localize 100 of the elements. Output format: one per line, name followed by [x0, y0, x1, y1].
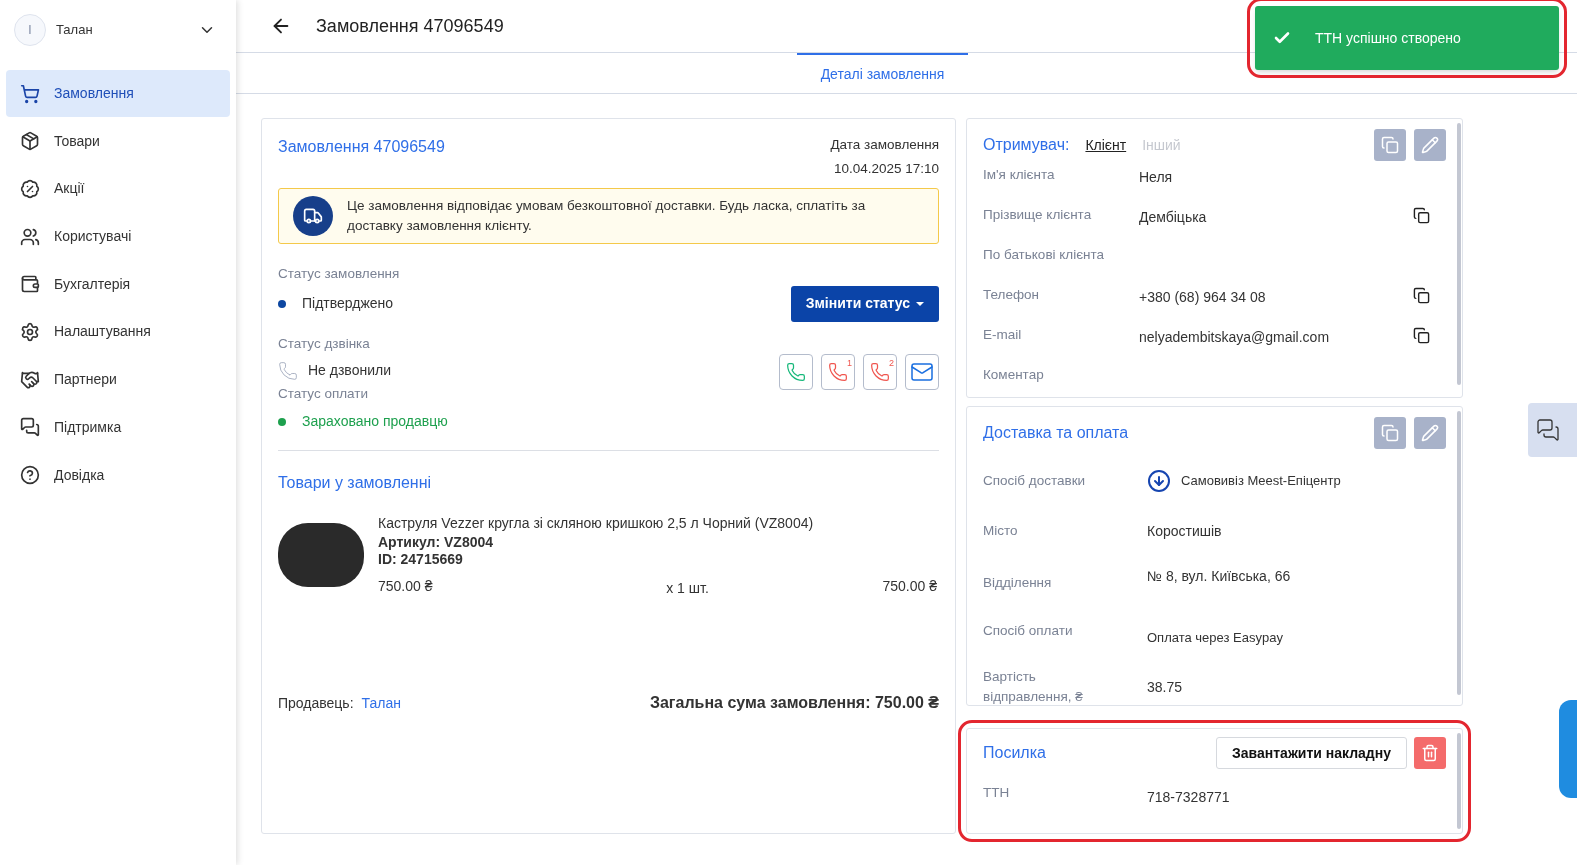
field-value: 718-7328771	[1147, 788, 1230, 807]
attempt-number: 1	[847, 357, 852, 370]
side-tab[interactable]	[1559, 700, 1577, 798]
product-name: Каструля Vezzer кругла зі скляною кришкою 2,5 л Чорний (VZ8004)	[378, 514, 815, 534]
scrollbar[interactable]	[1457, 411, 1461, 695]
toast-message: ТТН успішно створено	[1315, 28, 1461, 48]
email-button[interactable]	[905, 354, 939, 390]
copy-button[interactable]	[1374, 129, 1406, 161]
attempt-number: 2	[889, 357, 894, 370]
field-value: +380 (68) 964 34 08	[1139, 288, 1266, 307]
recipient-option[interactable]: Клієнт	[1085, 134, 1127, 156]
sidebar-item[interactable]: Акції	[6, 165, 230, 213]
page-title: Замовлення 47096549	[316, 14, 504, 38]
box-icon	[20, 131, 40, 152]
copy-icon	[1381, 136, 1399, 154]
trash-icon	[1421, 744, 1439, 762]
copy-icon	[1381, 424, 1399, 442]
field-value: Неля	[1139, 168, 1173, 187]
field-value: Дембіцька	[1139, 208, 1207, 227]
product-quantity: x 1 шт.	[666, 579, 709, 599]
sidebar-item[interactable]: Замовлення	[6, 70, 230, 117]
copy-icon[interactable]	[1413, 207, 1430, 224]
product-sku: Артикул: VZ8004	[378, 534, 495, 552]
field-value: nelyadembitskaya@gmail.com	[1139, 328, 1330, 347]
field-label: E-mail	[983, 326, 1023, 344]
field-label: Відділення	[983, 574, 1053, 592]
carrier-logo-icon	[1147, 469, 1171, 493]
chat-button[interactable]	[1528, 403, 1577, 457]
settings-icon	[20, 321, 40, 342]
field-label: Статус дзвінка	[278, 334, 371, 353]
field-value: Коростишів	[1147, 521, 1222, 541]
avatar: I	[14, 14, 46, 46]
field-label: Телефон	[983, 286, 1040, 304]
field-label: Місто	[983, 522, 1019, 540]
chat-icon	[20, 417, 40, 438]
scrollbar[interactable]	[1457, 733, 1461, 829]
cart-icon	[20, 83, 40, 104]
phone-icon	[870, 362, 890, 382]
notice-text: Це замовлення відповідає умовам безкоштовної доставки. Будь ласка, сплатіть за доставку замовлення клієнту.	[347, 196, 867, 235]
sidebar-item[interactable]: Довідка	[6, 451, 230, 499]
change-status-button[interactable]: Змінити статус	[790, 285, 939, 322]
users-icon	[20, 226, 40, 247]
call-button[interactable]: 1	[821, 354, 855, 390]
phone-icon	[278, 360, 298, 381]
sidebar-item[interactable]: Бухгалтерія	[6, 260, 230, 308]
copy-icon[interactable]	[1413, 287, 1430, 304]
handshake-icon	[20, 369, 40, 390]
seller-label: Продавець:	[278, 693, 354, 713]
sidebar-item[interactable]: Товари	[6, 117, 230, 165]
parcel-title: Посилка	[983, 743, 1046, 763]
field-label: Спосіб доставки	[983, 471, 1087, 490]
field-label: Коментар	[983, 366, 1045, 384]
call-button[interactable]	[779, 354, 813, 390]
download-invoice-button[interactable]: Завантажити накладну	[1216, 737, 1407, 769]
sidebar-item[interactable]: Користувачі	[6, 213, 230, 261]
copy-button[interactable]	[1374, 417, 1406, 449]
sidebar-item[interactable]: Налаштування	[6, 308, 230, 356]
wallet-icon	[20, 274, 40, 295]
edit-button[interactable]	[1414, 129, 1446, 161]
phone-icon	[786, 362, 806, 382]
field-value: 38.75	[1147, 677, 1183, 697]
phone-icon	[828, 362, 848, 382]
field-label: Спосіб оплати	[983, 621, 1074, 640]
products-title: Товари у замовленні	[278, 473, 433, 494]
field-label: Ім'я клієнта	[983, 166, 1056, 184]
call-button[interactable]: 2	[863, 354, 897, 390]
scrollbar[interactable]	[1457, 123, 1461, 385]
order-title: Замовлення 47096549	[278, 137, 445, 157]
field-value: Оплата через Easypay	[1147, 629, 1283, 648]
edit-button[interactable]	[1414, 417, 1446, 449]
account-name: Талан	[56, 21, 94, 40]
sidebar-item[interactable]: Підтримка	[6, 403, 230, 451]
edit-icon	[1421, 424, 1439, 442]
order-status: Підтверджено	[302, 294, 394, 314]
field-label: Прізвище клієнта	[983, 206, 1093, 224]
tab[interactable]: Деталі замовлення	[796, 53, 969, 93]
field-label: ТТН	[983, 784, 1011, 802]
edit-icon	[1421, 136, 1439, 154]
mail-icon	[910, 360, 934, 384]
chat-icon	[1536, 418, 1560, 442]
payment-status: Зараховано продавцю	[302, 412, 448, 432]
trash-button[interactable]	[1414, 737, 1446, 769]
field-value: Самовивіз Meest-Епіцентр	[1181, 472, 1341, 491]
seller-link[interactable]: Талан	[361, 692, 401, 714]
sidebar-item[interactable]: Партнери	[6, 356, 230, 404]
product-id: ID: 24715669	[378, 551, 464, 569]
recipient-title: Отримувач:	[983, 135, 1070, 155]
field-label: Вартість відправлення, ₴	[983, 668, 1084, 706]
order-date: 10.04.2025 17:10	[833, 160, 939, 179]
order-total: Загальна сума замовлення: 750.00 ₴	[649, 693, 939, 714]
call-status: Не дзвонили	[308, 361, 391, 380]
product-total: 750.00 ₴	[882, 577, 937, 597]
product-price: 750.00 ₴	[378, 577, 433, 597]
help-icon	[20, 465, 40, 485]
field-label: По батькові клієнта	[983, 246, 1106, 264]
field-label: Статус замовлення	[278, 264, 401, 283]
field-label: Статус оплати	[278, 385, 370, 403]
order-date-label: Дата замовлення	[830, 136, 939, 154]
copy-icon[interactable]	[1413, 327, 1430, 344]
delivery-title: Доставка та оплата	[983, 423, 1129, 443]
